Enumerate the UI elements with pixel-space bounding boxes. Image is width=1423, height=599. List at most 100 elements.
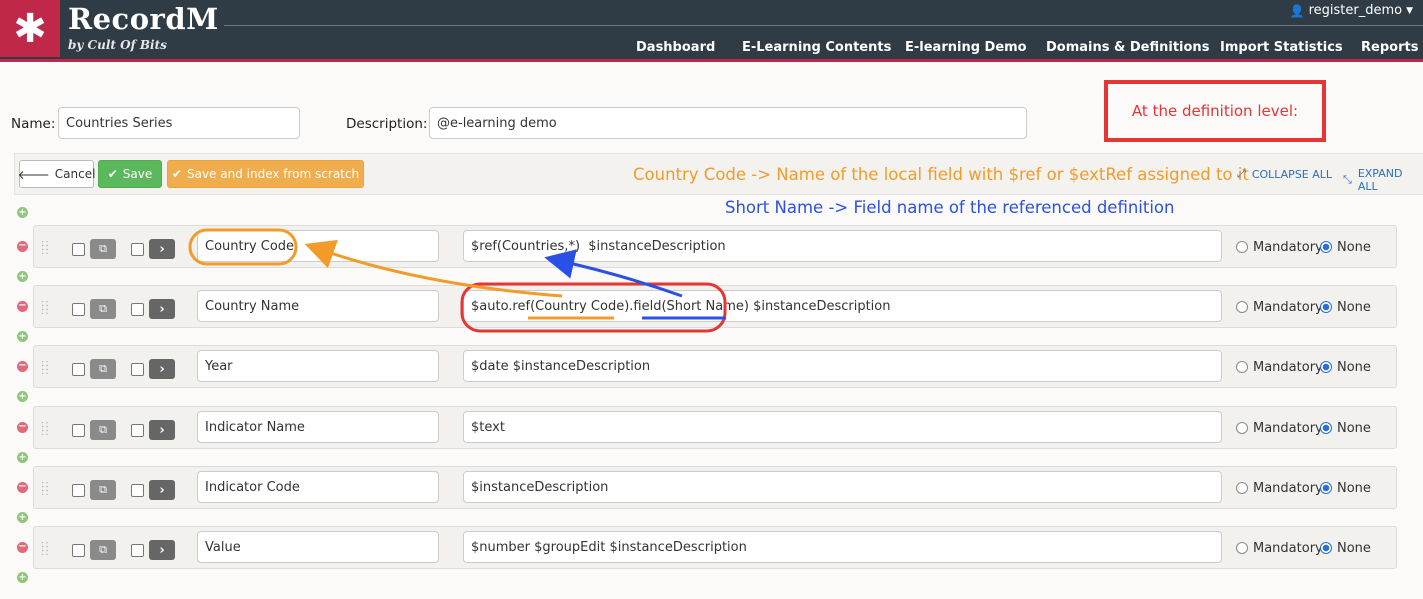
drag-handle-icon[interactable]: :: :: ::	[41, 359, 49, 377]
select-checkbox[interactable]	[72, 363, 85, 376]
field-description-input[interactable]: $number $groupEdit $instanceDescription	[463, 531, 1222, 563]
none-radio[interactable]	[1320, 482, 1332, 494]
select-checkbox[interactable]	[72, 303, 85, 316]
field-description-input[interactable]: $instanceDescription	[463, 471, 1222, 503]
blue-annotation: Short Name -> Field name of the referenc…	[725, 198, 1175, 217]
field-description-input[interactable]: $auto.ref(Country Code).field(Short Name…	[463, 290, 1222, 322]
remove-field-icon[interactable]: −	[17, 301, 28, 312]
expand-checkbox[interactable]	[131, 303, 144, 316]
mandatory-label: Mandatory	[1253, 541, 1323, 556]
remove-field-icon[interactable]: −	[17, 422, 28, 433]
collapse-all-link[interactable]: ⤢ COLLAPSE ALL	[1237, 167, 1332, 181]
copy-icon[interactable]: ⧉	[90, 420, 116, 440]
none-radio[interactable]	[1320, 241, 1332, 253]
nav-dashboard[interactable]: Dashboard	[636, 40, 715, 55]
field-name-input[interactable]: Country Name	[197, 290, 439, 322]
save-and-index-button[interactable]: ✔ Save and index from scratch	[167, 160, 364, 188]
none-label: None	[1337, 541, 1371, 556]
select-checkbox[interactable]	[72, 544, 85, 557]
nav-domains-definitions[interactable]: Domains & Definitions	[1046, 40, 1209, 55]
collapse-all-label: COLLAPSE ALL	[1251, 167, 1333, 181]
expand-checkbox[interactable]	[131, 363, 144, 376]
field-description-input[interactable]: $date $instanceDescription	[463, 350, 1222, 382]
expand-icon: ⤡	[1343, 173, 1352, 186]
drag-handle-icon[interactable]: :: :: ::	[41, 540, 49, 558]
save-button[interactable]: ✔ Save	[98, 160, 162, 188]
drag-handle-icon[interactable]: :: :: ::	[41, 239, 49, 257]
mandatory-radio[interactable]	[1236, 482, 1248, 494]
add-field-icon[interactable]: +	[17, 572, 28, 583]
chevron-right-icon[interactable]: ›	[149, 420, 175, 440]
copy-icon[interactable]: ⧉	[90, 239, 116, 259]
add-field-icon[interactable]: +	[17, 512, 28, 523]
add-field-icon[interactable]: +	[17, 271, 28, 282]
expand-all-link[interactable]: ⤡ EXPAND ALL	[1343, 167, 1423, 193]
copy-icon[interactable]: ⧉	[90, 540, 116, 560]
remove-field-icon[interactable]: −	[17, 542, 28, 553]
remove-field-icon[interactable]: −	[17, 241, 28, 252]
logo-icon[interactable]: ✱	[0, 0, 60, 57]
app-header: ✱ RecordM by Cult Of Bits 👤 register_dem…	[0, 0, 1423, 62]
mandatory-radio[interactable]	[1236, 542, 1248, 554]
field-description-input[interactable]: $ref(Countries,*) $instanceDescription	[463, 230, 1222, 262]
expand-checkbox[interactable]	[131, 544, 144, 557]
field-description-input[interactable]: $text	[463, 411, 1222, 443]
chevron-right-icon[interactable]: ›	[149, 239, 175, 259]
collapse-icon: ⤢	[1237, 167, 1246, 180]
copy-icon[interactable]: ⧉	[90, 299, 116, 319]
none-radio[interactable]	[1320, 361, 1332, 373]
chevron-right-icon[interactable]: ›	[149, 480, 175, 500]
none-radio[interactable]	[1320, 542, 1332, 554]
check-icon: ✔	[171, 167, 182, 181]
mandatory-radio[interactable]	[1236, 422, 1248, 434]
remove-field-icon[interactable]: −	[17, 361, 28, 372]
add-field-icon[interactable]: +	[17, 391, 28, 402]
mandatory-label: Mandatory	[1253, 360, 1323, 375]
nav-elearning-demo[interactable]: E-learning Demo	[905, 40, 1027, 55]
mandatory-radio[interactable]	[1236, 361, 1248, 373]
copy-icon[interactable]: ⧉	[90, 359, 116, 379]
chevron-right-icon[interactable]: ›	[149, 299, 175, 319]
select-checkbox[interactable]	[72, 243, 85, 256]
field-name-input[interactable]: Indicator Code	[197, 471, 439, 503]
field-name-input[interactable]: Indicator Name	[197, 411, 439, 443]
expand-checkbox[interactable]	[131, 424, 144, 437]
remove-field-icon[interactable]: −	[17, 482, 28, 493]
copy-icon[interactable]: ⧉	[90, 480, 116, 500]
mandatory-radio[interactable]	[1236, 301, 1248, 313]
select-checkbox[interactable]	[72, 424, 85, 437]
add-field-icon[interactable]: +	[17, 331, 28, 342]
cancel-label: Cancel	[54, 167, 96, 181]
nav-import-statistics[interactable]: Import Statistics	[1220, 40, 1343, 55]
drag-handle-icon[interactable]: :: :: ::	[41, 480, 49, 498]
description-input[interactable]: @e-learning demo	[429, 107, 1027, 139]
mandatory-label: Mandatory	[1253, 421, 1323, 436]
orange-annotation: Country Code -> Name of the local field …	[633, 165, 1249, 184]
user-menu[interactable]: 👤 register_demo ▼	[1290, 3, 1413, 18]
expand-checkbox[interactable]	[131, 243, 144, 256]
chevron-right-icon[interactable]: ›	[149, 359, 175, 379]
mandatory-label: Mandatory	[1253, 481, 1323, 496]
drag-handle-icon[interactable]: :: :: ::	[41, 299, 49, 317]
nav-elearning-contents[interactable]: E-Learning Contents	[742, 40, 891, 55]
brand-subtitle: by Cult Of Bits	[68, 38, 167, 52]
add-field-icon[interactable]: +	[17, 207, 28, 218]
add-field-icon[interactable]: +	[17, 452, 28, 463]
field-name-input[interactable]: Country Code	[197, 230, 439, 262]
select-checkbox[interactable]	[72, 484, 85, 497]
chevron-right-icon[interactable]: ›	[149, 540, 175, 560]
none-radio[interactable]	[1320, 301, 1332, 313]
field-name-input[interactable]: Year	[197, 350, 439, 382]
drag-handle-icon[interactable]: :: :: ::	[41, 420, 49, 438]
none-label: None	[1337, 360, 1371, 375]
chevron-down-icon: ▼	[1406, 5, 1413, 16]
nav-reports[interactable]: Reports	[1361, 40, 1418, 55]
save-index-label: Save and index from scratch	[186, 167, 360, 181]
name-input[interactable]: Countries Series	[58, 107, 300, 139]
expand-checkbox[interactable]	[131, 484, 144, 497]
description-label: Description:	[346, 116, 428, 132]
mandatory-radio[interactable]	[1236, 241, 1248, 253]
cancel-button[interactable]: 🡐 Cancel	[18, 160, 96, 188]
none-radio[interactable]	[1320, 422, 1332, 434]
field-name-input[interactable]: Value	[197, 531, 439, 563]
